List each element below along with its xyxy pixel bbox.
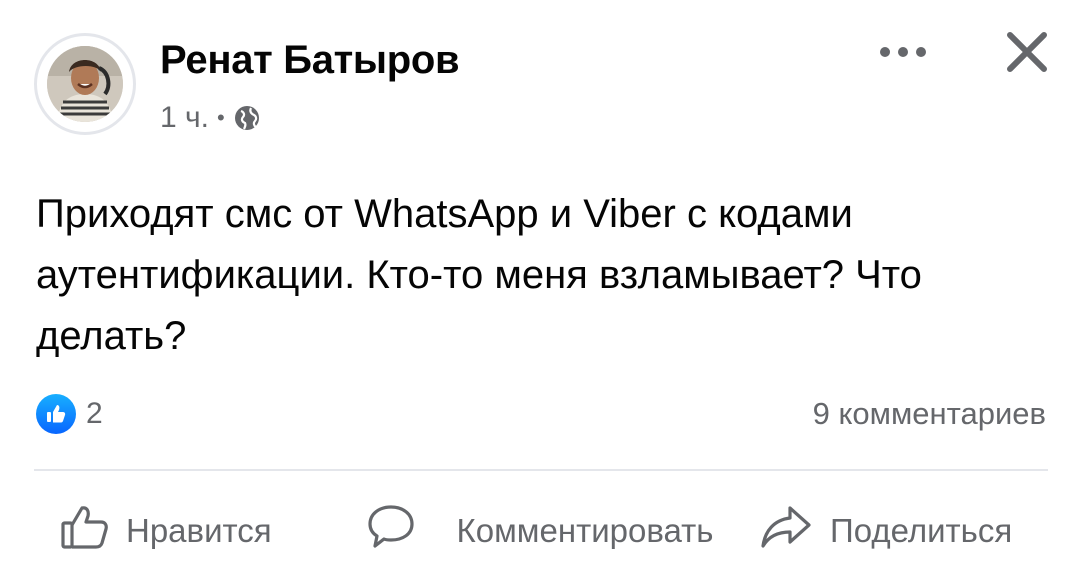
comment-button[interactable]: Комментировать [366, 490, 730, 572]
share-label: Поделиться [830, 512, 1013, 549]
comment-bubble-icon [366, 503, 416, 559]
more-options-icon [875, 45, 931, 64]
like-reaction-icon [36, 394, 76, 434]
post-card: Ренат Батыров 1 ч. • Приходят смс от Wha… [0, 0, 1080, 588]
globe-icon [233, 104, 261, 132]
comment-label: Комментировать [456, 512, 714, 549]
share-button[interactable]: Поделиться [760, 490, 1012, 572]
avatar-photo [47, 46, 123, 122]
meta-separator: • [216, 105, 225, 130]
avatar[interactable] [34, 33, 136, 135]
close-icon [1005, 30, 1049, 79]
divider [34, 469, 1048, 471]
post-time[interactable]: 1 ч. [160, 101, 209, 135]
close-button[interactable] [992, 26, 1062, 82]
post-text: Приходят смс от WhatsApp и Viber с кодам… [36, 192, 922, 358]
comments-count[interactable]: 9 комментариев [813, 396, 1046, 432]
author-name[interactable]: Ренат Батыров [160, 38, 460, 83]
reactions-summary[interactable]: 2 [36, 394, 103, 434]
like-button[interactable]: Нравится [60, 490, 272, 572]
more-options-button[interactable] [870, 36, 936, 72]
post-meta: 1 ч. • [160, 101, 261, 135]
like-label: Нравится [126, 512, 272, 549]
reaction-count: 2 [86, 397, 103, 430]
share-arrow-icon [760, 503, 812, 559]
thumbs-up-icon [60, 503, 110, 559]
